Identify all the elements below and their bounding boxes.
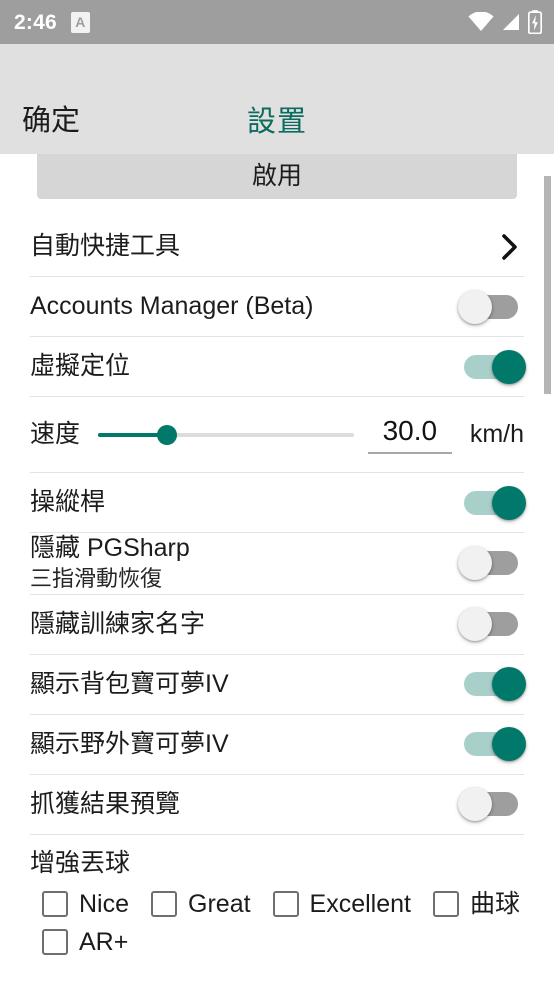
checkbox-label: Excellent bbox=[309, 889, 411, 918]
setting-row-joystick[interactable]: 操縱桿 bbox=[30, 473, 526, 533]
checkbox-item-great[interactable]: Great bbox=[151, 889, 251, 918]
page-title: 設置 bbox=[246, 105, 307, 138]
toggle-thumb bbox=[458, 289, 492, 324]
checkbox-label: Nice bbox=[79, 889, 130, 918]
enable-button[interactable]: 啟用 bbox=[37, 154, 517, 199]
scrollbar-thumb[interactable] bbox=[544, 176, 551, 394]
checkbox-item-curveball[interactable]: 曲球 bbox=[433, 889, 521, 918]
setting-label: 操縱桿 bbox=[30, 487, 106, 516]
status-clock: 2:46 bbox=[14, 10, 57, 34]
checkbox-box[interactable] bbox=[151, 891, 178, 918]
setting-row-show-bag-pokemon-iv[interactable]: 顯示背包寶可夢IV bbox=[30, 655, 526, 715]
toggle-thumb bbox=[492, 667, 526, 702]
catch-result-preview-toggle[interactable] bbox=[458, 787, 522, 822]
toggle-thumb bbox=[492, 485, 526, 520]
setting-row-auto-shortcut-tools[interactable]: 自動快捷工具 bbox=[30, 217, 524, 277]
settings-list: 自動快捷工具 Accounts Manager (Beta) 虛擬定位 速度 3… bbox=[0, 217, 554, 956]
checkbox-label: 曲球 bbox=[470, 889, 521, 918]
setting-label: 自動快捷工具 bbox=[30, 231, 181, 260]
status-notification-area: A bbox=[70, 11, 90, 33]
checkbox-label: AR+ bbox=[79, 927, 129, 956]
throw-group-title: 增強丟球 bbox=[30, 848, 131, 877]
setting-row-speed[interactable]: 速度 km/h bbox=[30, 397, 524, 473]
chevron-right-icon[interactable] bbox=[496, 233, 524, 261]
battery-charging-icon bbox=[528, 10, 542, 34]
toggle-thumb bbox=[458, 607, 492, 642]
speed-label: 速度 bbox=[30, 420, 81, 448]
status-system-icons bbox=[468, 10, 542, 34]
app-bar: 确定 設置 bbox=[0, 44, 554, 154]
wifi-icon bbox=[468, 12, 494, 32]
hide-pgsharp-toggle[interactable] bbox=[458, 546, 522, 581]
checkbox-box[interactable] bbox=[42, 891, 68, 918]
setting-sublabel: 三指滑動恢復 bbox=[30, 566, 163, 592]
accounts-manager-toggle[interactable] bbox=[458, 289, 522, 324]
setting-row-hide-pgsharp[interactable]: 隱藏 PGSharp 三指滑動恢復 bbox=[30, 533, 524, 595]
throw-checkbox-row-2: AR+ bbox=[30, 927, 524, 956]
toggle-thumb bbox=[492, 727, 526, 762]
virtual-location-toggle[interactable] bbox=[462, 349, 526, 384]
checkbox-item-nice[interactable]: Nice bbox=[42, 889, 130, 918]
setting-label: 顯示野外寶可夢IV bbox=[30, 729, 229, 758]
status-bar: 2:46 A bbox=[0, 0, 554, 44]
scrollbar-track[interactable] bbox=[544, 154, 554, 985]
app-notification-icon: A bbox=[70, 11, 90, 33]
setting-label: 虛擬定位 bbox=[30, 351, 131, 380]
checkbox-label: Great bbox=[188, 889, 251, 918]
cell-signal-icon bbox=[501, 12, 521, 32]
show-bag-pokemon-iv-toggle[interactable] bbox=[462, 667, 526, 702]
slider-thumb[interactable] bbox=[157, 424, 178, 445]
throw-checkbox-row-1: Nice Great Excellent 曲球 bbox=[30, 889, 524, 918]
settings-scroll-container[interactable]: 啟用 自動快捷工具 Accounts Manager (Beta) 虛擬定位 速… bbox=[0, 154, 554, 985]
speed-unit-label: km/h bbox=[469, 420, 524, 448]
checkbox-box[interactable] bbox=[272, 891, 299, 918]
setting-label: Accounts Manager (Beta) bbox=[30, 291, 314, 320]
setting-row-hide-trainer-name[interactable]: 隱藏訓練家名字 bbox=[30, 595, 524, 655]
setting-label: 隱藏 PGSharp bbox=[30, 534, 190, 562]
setting-label: 隱藏訓練家名字 bbox=[30, 609, 206, 638]
toggle-thumb bbox=[492, 349, 526, 384]
checkbox-item-excellent[interactable]: Excellent bbox=[272, 889, 411, 918]
phone-screen: 2:46 A 确定 設置 啟用 自動快捷工具 Accounts Manager … bbox=[0, 0, 554, 985]
setting-label: 顯示背包寶可夢IV bbox=[30, 669, 229, 698]
setting-row-show-wild-pokemon-iv[interactable]: 顯示野外寶可夢IV bbox=[30, 715, 526, 775]
checkbox-item-ar-plus[interactable]: AR+ bbox=[42, 927, 129, 956]
joystick-toggle[interactable] bbox=[462, 485, 526, 520]
enable-button-container: 啟用 bbox=[0, 154, 554, 199]
checkbox-box[interactable] bbox=[42, 929, 68, 956]
toggle-thumb bbox=[458, 787, 492, 822]
setting-text-group: 隱藏 PGSharp 三指滑動恢復 bbox=[30, 533, 462, 594]
setting-label: 抓獲結果預覽 bbox=[30, 789, 181, 818]
setting-row-catch-result-preview[interactable]: 抓獲結果預覽 bbox=[30, 775, 524, 835]
speed-slider[interactable] bbox=[98, 418, 354, 452]
checkbox-box[interactable] bbox=[433, 891, 459, 918]
hide-trainer-name-toggle[interactable] bbox=[458, 607, 522, 642]
setting-row-accounts-manager[interactable]: Accounts Manager (Beta) bbox=[30, 277, 524, 337]
setting-row-virtual-location[interactable]: 虛擬定位 bbox=[30, 337, 526, 397]
speed-value-input[interactable] bbox=[367, 415, 452, 454]
toggle-thumb bbox=[458, 546, 492, 581]
show-wild-pokemon-iv-toggle[interactable] bbox=[462, 727, 526, 762]
